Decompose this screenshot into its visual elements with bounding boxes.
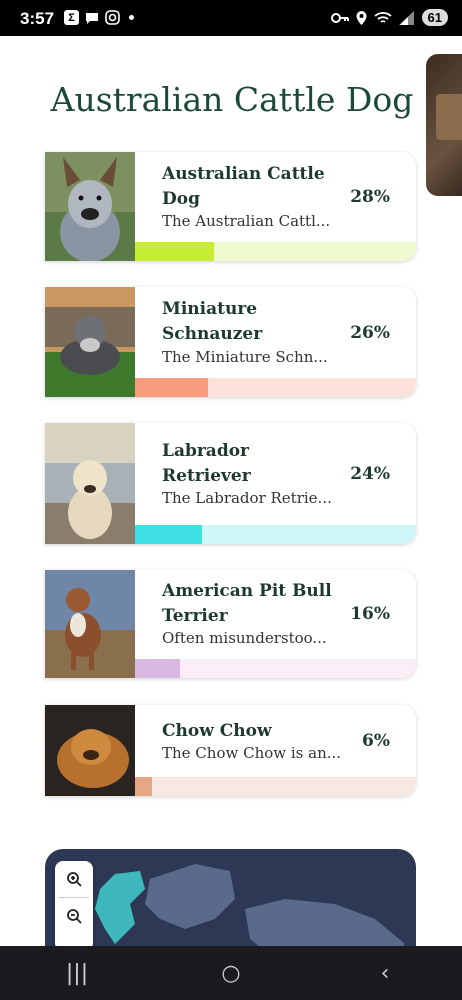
breed-description: The Labrador Retrie... — [162, 489, 332, 507]
breed-name: Chow Chow — [162, 721, 272, 741]
match-percent: 28% — [350, 187, 390, 207]
result-card[interactable]: Miniature Schnauzer The Miniature Schn..… — [45, 287, 416, 397]
key-icon — [330, 12, 349, 23]
signal-icon — [398, 10, 414, 25]
match-bar — [135, 378, 416, 397]
breed-description: Often misunderstoo... — [162, 629, 327, 647]
wifi-icon — [373, 11, 392, 23]
dog-photo-american-pit-bull-terrier — [45, 570, 135, 678]
match-bar-fill — [135, 777, 152, 796]
system-nav-bar: ||| ○ ‹ — [0, 946, 462, 1000]
breed-name: Miniature Schnauzer — [162, 299, 263, 344]
breed-name: Labrador Retriever — [162, 441, 251, 486]
dog-photo-australian-cattle-dog — [45, 152, 135, 261]
home-button[interactable]: ○ — [201, 961, 261, 986]
system-icons: 61 — [330, 9, 448, 26]
breed-description: The Australian Cattl... — [162, 212, 331, 230]
match-bar-fill — [135, 525, 203, 544]
match-bar-fill — [135, 659, 180, 678]
page-title: Australian Cattle Dog — [50, 80, 414, 120]
match-bar-fill — [135, 378, 209, 397]
zoom-in-icon — [67, 872, 82, 887]
result-card[interactable]: Chow Chow The Chow Chow is an... 6% — [45, 705, 416, 796]
status-bar: 3:57 Σ 61 — [0, 0, 462, 36]
result-card[interactable]: American Pit Bull Terrier Often misunder… — [45, 570, 416, 678]
match-bar — [135, 777, 416, 796]
dog-photo-miniature-schnauzer — [45, 287, 135, 397]
next-card-preview[interactable] — [426, 54, 462, 196]
recents-button[interactable]: ||| — [47, 961, 107, 986]
status-time: 3:57 — [20, 9, 55, 28]
battery-indicator: 61 — [421, 9, 448, 26]
breed-name: American Pit Bull Terrier — [162, 581, 332, 626]
sigma-app-icon: Σ — [64, 10, 79, 25]
preview-image — [436, 94, 462, 140]
back-button[interactable]: ‹ — [355, 961, 415, 986]
chat-bubble-icon — [86, 12, 98, 24]
breed-name: Australian Cattle Dog — [162, 164, 325, 209]
breed-description: The Chow Chow is an... — [162, 744, 342, 762]
match-percent: 24% — [350, 464, 390, 484]
zoom-controls — [55, 861, 93, 951]
zoom-out-button[interactable] — [55, 898, 93, 934]
dog-photo-labrador-retriever — [45, 423, 135, 544]
match-percent: 6% — [362, 731, 390, 751]
zoom-in-button[interactable] — [55, 861, 93, 897]
notification-icons: Σ — [64, 10, 134, 25]
location-icon — [356, 10, 367, 25]
result-card[interactable]: Labrador Retriever The Labrador Retrie..… — [45, 423, 416, 544]
match-bar — [135, 525, 416, 544]
match-bar — [135, 242, 416, 261]
match-percent: 26% — [350, 323, 390, 343]
match-percent: 16% — [350, 604, 390, 624]
breed-description: The Miniature Schn... — [162, 348, 328, 366]
match-bar — [135, 659, 416, 678]
result-card[interactable]: Australian Cattle Dog The Australian Cat… — [45, 152, 416, 261]
zoom-out-icon — [67, 909, 82, 924]
more-notifications-dot — [129, 15, 134, 20]
match-bar-fill — [135, 242, 214, 261]
instagram-icon — [105, 10, 120, 25]
dog-photo-chow-chow — [45, 705, 135, 796]
